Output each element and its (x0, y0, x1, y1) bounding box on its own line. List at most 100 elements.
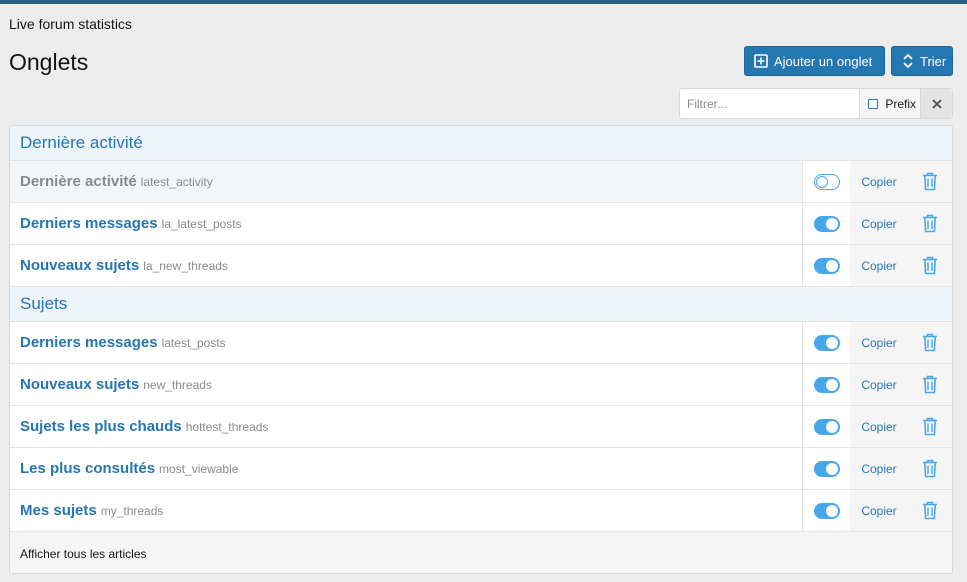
section-header: Dernière activité (10, 126, 952, 161)
section-header: Sujets (10, 287, 952, 322)
enable-toggle[interactable] (813, 460, 840, 477)
enable-toggle[interactable] (813, 334, 840, 351)
table-row: Mes sujets my_threads Copier (10, 490, 952, 532)
toggle-knob (825, 217, 838, 230)
toggle-cell (803, 406, 850, 447)
add-tab-button-label: Ajouter un onglet (774, 53, 873, 69)
table-row: Sujets les plus chauds hottest_threads Cop… (10, 406, 952, 448)
clear-filter-button[interactable] (920, 89, 952, 118)
enable-toggle[interactable] (813, 502, 840, 519)
row-link[interactable]: Derniers messages la_latest_posts (10, 203, 803, 244)
toggle-knob (825, 420, 838, 433)
delete-button[interactable] (908, 322, 952, 363)
row-key: la_latest_posts (161, 216, 242, 231)
row-title: Nouveaux sujets (20, 376, 140, 393)
delete-button[interactable] (908, 245, 952, 286)
enable-toggle[interactable] (813, 257, 840, 274)
row-title: Sujets les plus chauds (20, 418, 182, 435)
toggle-cell (803, 448, 850, 489)
plus-square-icon (754, 54, 768, 68)
trash-icon (923, 459, 937, 478)
copy-button[interactable]: Copier (850, 406, 908, 447)
toggle-cell (803, 203, 850, 244)
copy-button[interactable]: Copier (850, 448, 908, 489)
trash-icon (923, 375, 937, 394)
row-key: most_viewable (159, 461, 239, 476)
toggle-cell (803, 161, 850, 202)
copy-button[interactable]: Copier (850, 161, 908, 202)
table-row: Derniers messages la_latest_posts Copier (10, 203, 952, 245)
table-row: Dernière activité latest_activity Copier (10, 161, 952, 203)
table-row: Nouveaux sujets la_new_threads Copier (10, 245, 952, 287)
delete-button[interactable] (908, 406, 952, 447)
table-row: Les plus consultés most_viewable Copier (10, 448, 952, 490)
filter-bar: Prefix (679, 88, 953, 119)
filter-input[interactable] (680, 89, 860, 118)
copy-button[interactable]: Copier (850, 364, 908, 405)
toggle-knob (825, 378, 838, 391)
toggle-knob (825, 462, 838, 475)
row-title: Derniers messages (20, 334, 158, 351)
row-link[interactable]: Mes sujets my_threads (10, 490, 803, 531)
row-link[interactable]: Les plus consultés most_viewable (10, 448, 803, 489)
trash-icon (923, 417, 937, 436)
row-link[interactable]: Nouveaux sujets new_threads (10, 364, 803, 405)
breadcrumb[interactable]: Live forum statistics (9, 16, 132, 32)
row-key: my_threads (100, 503, 164, 518)
enable-toggle[interactable] (813, 215, 840, 232)
toggle-cell (803, 364, 850, 405)
prefix-checkbox[interactable] (868, 98, 879, 109)
row-title: Dernière activité (20, 173, 137, 190)
toggle-knob (825, 504, 838, 517)
row-link[interactable]: Nouveaux sujets la_new_threads (10, 245, 803, 286)
trash-icon (923, 172, 937, 191)
row-key: hottest_threads (185, 419, 269, 434)
toggle-cell (803, 322, 850, 363)
trash-icon (923, 501, 937, 520)
enable-toggle[interactable] (813, 376, 840, 393)
delete-button[interactable] (908, 448, 952, 489)
enable-toggle[interactable] (813, 173, 840, 190)
delete-button[interactable] (908, 161, 952, 202)
toggle-cell (803, 490, 850, 531)
copy-button[interactable]: Copier (850, 203, 908, 244)
row-title: Mes sujets (20, 502, 97, 519)
prefix-toggle[interactable]: Prefix (859, 89, 921, 118)
toggle-knob (815, 175, 828, 188)
row-link[interactable]: Sujets les plus chauds hottest_threads (10, 406, 803, 447)
row-title: Nouveaux sujets (20, 257, 140, 274)
row-key: latest_posts (161, 335, 226, 350)
copy-button[interactable]: Copier (850, 245, 908, 286)
row-title: Derniers messages (20, 215, 158, 232)
close-icon (931, 98, 942, 109)
enable-toggle[interactable] (813, 418, 840, 435)
prefix-label: Prefix (885, 96, 917, 111)
row-key: la_new_threads (143, 258, 228, 273)
delete-button[interactable] (908, 490, 952, 531)
toggle-knob (825, 259, 838, 272)
sort-icon (903, 53, 913, 69)
table-row: Nouveaux sujets new_threads Copier (10, 364, 952, 406)
row-link[interactable]: Derniers messages latest_posts (10, 322, 803, 363)
list-footer: Afficher tous les articles (10, 532, 952, 573)
add-tab-button[interactable]: Ajouter un onglet (744, 46, 885, 76)
toggle-knob (825, 336, 838, 349)
trash-icon (923, 333, 937, 352)
page-title: Onglets (9, 49, 89, 75)
delete-button[interactable] (908, 364, 952, 405)
sort-button[interactable]: Trier (891, 46, 953, 76)
delete-button[interactable] (908, 203, 952, 244)
copy-button[interactable]: Copier (850, 490, 908, 531)
top-accent-bar (0, 0, 967, 4)
tabs-list: Dernière activité Dernière activité latest… (9, 125, 953, 574)
row-link[interactable]: Dernière activité latest_activity (10, 161, 803, 202)
table-row: Derniers messages latest_posts Copier (10, 322, 952, 364)
row-title: Les plus consultés (20, 460, 156, 477)
sort-button-label: Trier (920, 53, 947, 69)
trash-icon (923, 256, 937, 275)
row-key: new_threads (143, 377, 212, 392)
trash-icon (923, 214, 937, 233)
row-key: latest_activity (140, 174, 213, 189)
toggle-cell (803, 245, 850, 286)
copy-button[interactable]: Copier (850, 322, 908, 363)
